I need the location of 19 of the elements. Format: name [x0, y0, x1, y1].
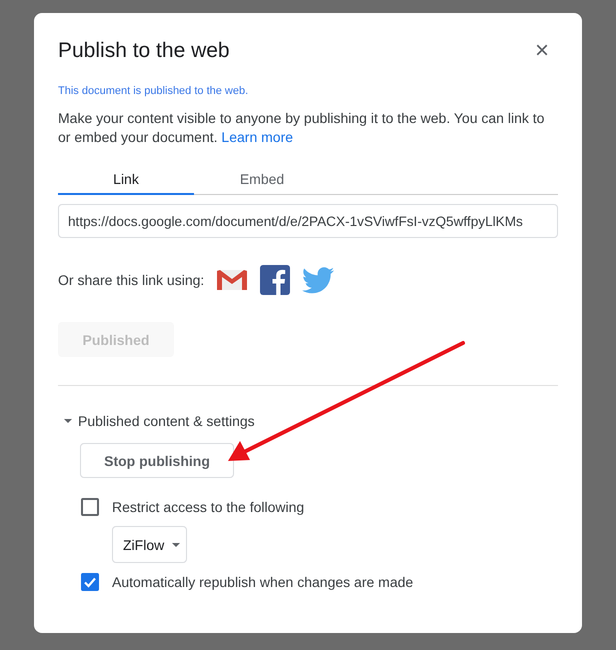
- checkbox-label: Restrict access to the following: [112, 499, 304, 515]
- tab[interactable]: Link: [58, 171, 194, 195]
- url-field[interactable]: https://docs.google.com/document/d/e/2PACX-1vSViwfFsI-vzQ5wffpyLlKMs: [58, 204, 558, 238]
- facebook-icon[interactable]: [260, 265, 290, 295]
- group-dropdown[interactable]: ZiFlow: [112, 526, 187, 563]
- envelope-icon[interactable]: [216, 267, 248, 293]
- checkbox-label: Automatically republish when changes are made: [112, 574, 414, 590]
- learn-more-link[interactable]: Learn more: [221, 129, 294, 145]
- stop-publishing-button[interactable]: Stop publishing: [80, 443, 234, 478]
- checkbox[interactable]: [81, 573, 99, 591]
- share-label: Or share this link using:: [58, 272, 204, 288]
- description: Make your content visible to anyone by publishing it to the web. You can link to or embed your document. Learn more: [58, 109, 546, 147]
- close-icon[interactable]: ×: [534, 39, 549, 63]
- status-message: This document is published to the web.: [58, 85, 250, 97]
- expand-triangle-icon[interactable]: [64, 419, 72, 423]
- dialog-title: Publish to the web: [58, 39, 230, 63]
- tab[interactable]: Embed: [194, 171, 330, 195]
- checkbox[interactable]: [81, 498, 99, 516]
- section-toggle[interactable]: Published content & settings: [78, 413, 255, 429]
